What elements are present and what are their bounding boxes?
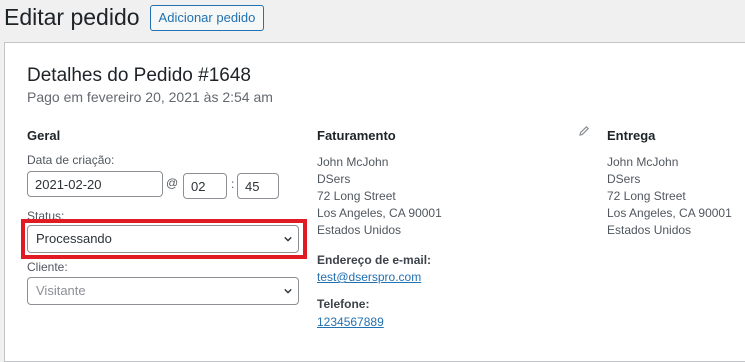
phone-label: Telefone: [317,297,370,311]
shipping-address-line: DSers [607,172,641,186]
date-created-label: Data de criação: [27,153,115,167]
billing-address-line: Estados Unidos [317,223,402,237]
page-header: Editar pedido Adicionar pedido [4,4,265,32]
customer-label: Cliente: [27,260,68,274]
billing-heading: Faturamento [317,128,396,143]
at-separator: @ [166,176,179,190]
shipping-address-line: Estados Unidos [607,223,692,237]
pencil-icon[interactable] [578,125,590,137]
shipping-heading: Entrega [607,128,656,143]
minute-input[interactable] [237,173,279,199]
billing-address-line: DSers [317,172,351,186]
billing-address-line: Los Angeles, CA 90001 [317,206,442,220]
general-heading: Geral [27,128,61,143]
date-created-input[interactable] [27,171,163,197]
phone-link[interactable]: 1234567889 [317,315,384,329]
order-title: Detalhes do Pedido #1648 [27,65,251,86]
page-title: Editar pedido [4,4,140,30]
order-data-panel: Detalhes do Pedido #1648 Pago em feverei… [4,42,745,362]
shipping-address-line: John McJohn [607,155,679,169]
shipping-address-line: 72 Long Street [607,189,686,203]
billing-address-line: 72 Long Street [317,189,396,203]
status-highlight-box [21,219,307,259]
time-colon: : [231,177,235,191]
shipping-address-line: Los Angeles, CA 90001 [607,206,732,220]
chevron-down-icon [284,288,292,294]
add-order-button[interactable]: Adicionar pedido [149,4,265,31]
hour-input[interactable] [183,173,227,199]
order-payment-info: Pago em fevereiro 20, 2021 às 2:54 am [27,89,273,105]
customer-placeholder: Visitante [36,283,86,298]
billing-address-line: John McJohn [317,155,389,169]
email-label: Endereço de e-mail: [317,253,432,267]
customer-select[interactable]: Visitante [27,277,299,305]
email-link[interactable]: test@dserspro.com [317,270,421,284]
